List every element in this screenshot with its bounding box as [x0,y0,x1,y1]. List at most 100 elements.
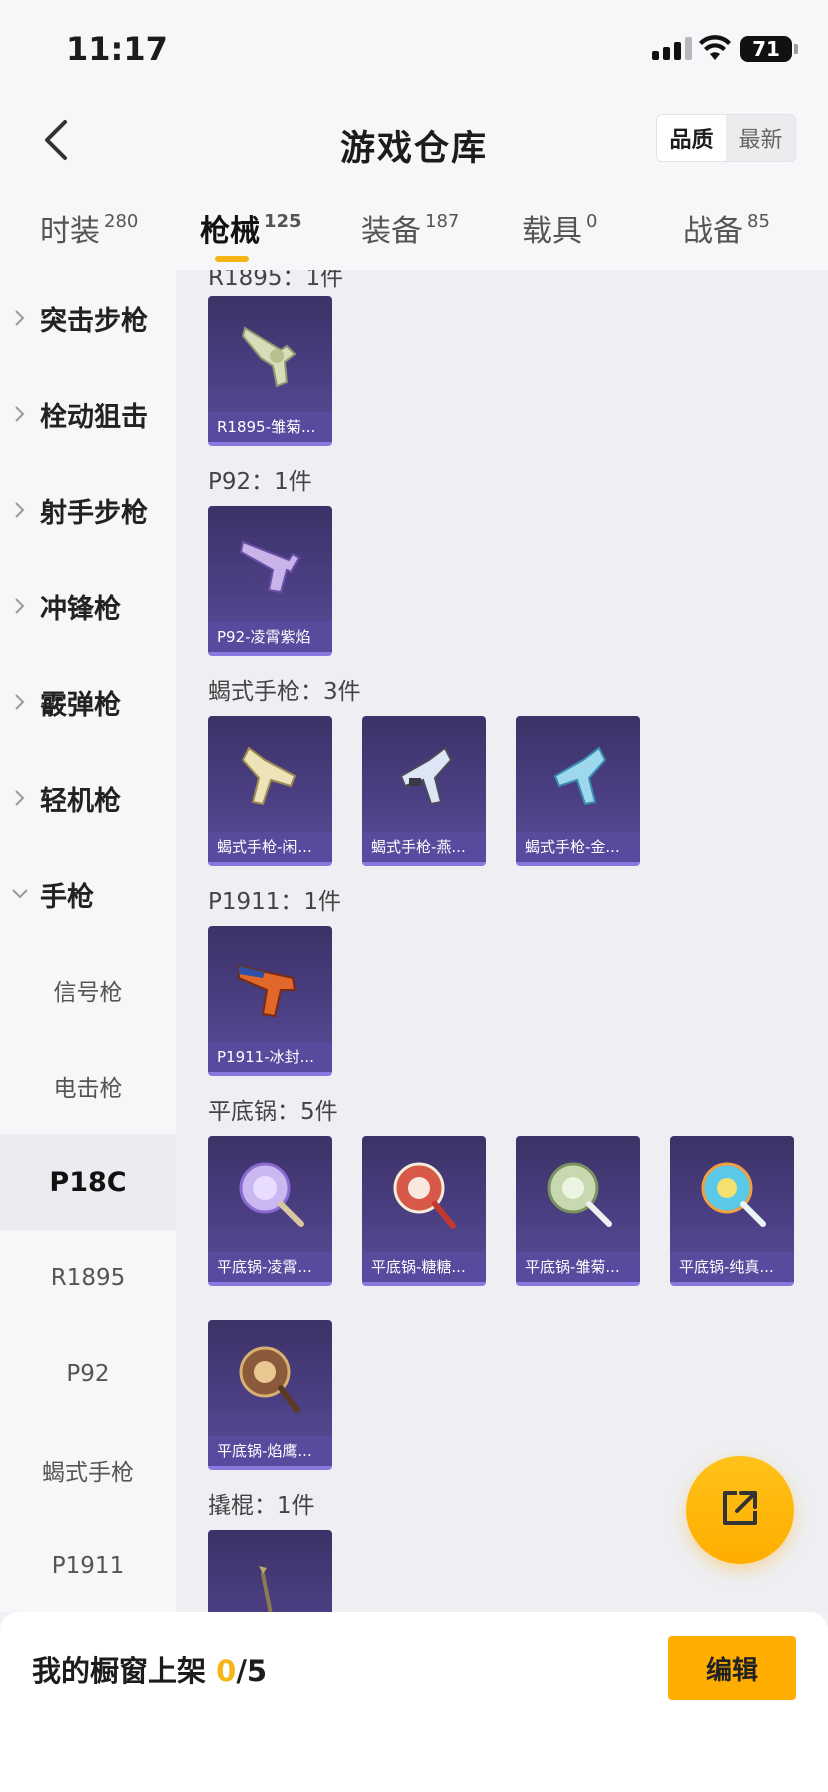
tab-count: 0 [586,211,598,232]
showcase-bar: 我的橱窗上架 0/5 编辑 [0,1612,828,1792]
item-card[interactable] [208,1530,332,1612]
group-title-pan: 平底锅：5件 [208,1099,338,1125]
tab-equipment[interactable]: 装备 187 [361,206,459,250]
group-title-crowbar: 撬棍：1件 [208,1493,315,1519]
tab-count: 125 [264,211,302,232]
item-card-label: 平底锅-焰鹰... [208,1436,332,1466]
sidebar-item-smg[interactable]: 冲锋枪 [0,558,176,654]
pistol-icon [208,926,332,1044]
item-card[interactable]: R1895-雏菊... [208,296,332,446]
tab-vehicles[interactable]: 载具 0 [522,206,597,250]
tab-count: 280 [104,211,139,232]
revolver-icon [208,296,332,414]
share-button[interactable] [686,1456,794,1564]
sidebar-item-label: 冲锋枪 [40,593,121,625]
showcase-count: 0 [216,1654,237,1688]
item-list: R1895：1件 R1895-雏菊... P92：1件 P92-凌霄紫焰 蝎式手… [176,270,828,1612]
group-title-skorpion: 蝎式手枪：3件 [208,679,361,705]
item-card-label: R1895-雏菊... [208,412,332,442]
item-card-label: 平底锅-凌霄... [208,1252,332,1282]
sidebar-item-marksman-rifle[interactable]: 射手步枪 [0,462,176,558]
sidebar-subitem-skorpion[interactable]: 蝎式手枪 [0,1422,176,1518]
edit-button[interactable]: 编辑 [668,1636,796,1700]
tab-count: 187 [425,211,460,232]
sidebar-subitem-stun-gun[interactable]: 电击枪 [0,1038,176,1134]
sidebar-item-label: 栓动狙击 [40,401,148,433]
wifi-icon [698,34,732,66]
sidebar-item-label: 手枪 [40,881,94,913]
item-card[interactable]: 蝎式手枪-闲... [208,716,332,866]
chevron-right-icon [0,693,40,711]
item-card-label: 平底锅-纯真... [670,1252,794,1282]
chevron-down-icon [0,888,40,900]
crowbar-icon [208,1530,332,1612]
sidebar-subitem-p92[interactable]: P92 [0,1326,176,1422]
tab-guns[interactable]: 枪械 125 [200,206,302,250]
smg-pistol-icon [208,716,332,834]
item-card[interactable]: 平底锅-纯真... [670,1136,794,1286]
sidebar-item-bolt-sniper[interactable]: 栓动狙击 [0,366,176,462]
battery-icon: 71 [740,36,798,62]
smg-pistol-icon [362,716,486,834]
tab-count: 85 [747,211,770,232]
frying-pan-icon [362,1136,486,1254]
cellular-signal-icon [652,36,692,60]
item-card-label: 平底锅-雏菊... [516,1252,640,1282]
item-card[interactable]: 平底锅-凌霄... [208,1136,332,1286]
category-tabs: 时装 280 枪械 125 装备 187 载具 0 战备 85 [0,188,828,270]
sort-toggle: 品质 最新 [656,114,796,162]
tab-fashion[interactable]: 时装 280 [40,206,138,250]
sidebar-subitem-p18c[interactable]: P18C [0,1134,176,1230]
tab-label: 载具 [522,214,582,249]
item-card[interactable]: 蝎式手枪-燕... [362,716,486,866]
item-card-label: 蝎式手枪-金... [516,832,640,862]
sidebar-item-shotgun[interactable]: 霰弹枪 [0,654,176,750]
smg-pistol-icon [516,716,640,834]
group-title-p92: P92：1件 [208,469,312,495]
status-bar: 11:17 71 [0,0,828,96]
showcase-label: 我的橱窗上架 [32,1654,207,1688]
frying-pan-icon [516,1136,640,1254]
sort-quality-button[interactable]: 品质 [657,115,726,161]
item-card[interactable]: 平底锅-糖糖... [362,1136,486,1286]
frying-pan-icon [208,1320,332,1438]
share-external-icon [717,1485,763,1535]
sidebar-item-pistol[interactable]: 手枪 [0,846,176,942]
chevron-right-icon [0,309,40,327]
status-time: 11:17 [66,30,168,68]
sidebar-subitem-r1895[interactable]: R1895 [0,1230,176,1326]
chevron-right-icon [0,405,40,423]
item-card-label: 平底锅-糖糖... [362,1252,486,1282]
item-card[interactable]: P92-凌霄紫焰 [208,506,332,656]
sidebar-item-lmg[interactable]: 轻机枪 [0,750,176,846]
nav-header: 游戏仓库 品质 最新 [0,96,828,188]
sidebar-subitem-flare-gun[interactable]: 信号枪 [0,942,176,1038]
sidebar-item-label: 射手步枪 [40,497,148,529]
showcase-status: 我的橱窗上架 0/5 [32,1648,267,1690]
item-card[interactable]: 蝎式手枪-金... [516,716,640,866]
chevron-right-icon [0,789,40,807]
item-card[interactable]: 平底锅-焰鹰... [208,1320,332,1470]
tab-label: 枪械 [200,214,260,249]
tab-label: 时装 [40,214,100,249]
sidebar-item-assault-rifle[interactable]: 突击步枪 [0,270,176,366]
chevron-right-icon [0,597,40,615]
item-card[interactable]: P1911-冰封... [208,926,332,1076]
sort-newest-button[interactable]: 最新 [726,115,795,161]
sidebar-item-label: 霰弹枪 [40,689,121,721]
group-title-p1911: P1911：1件 [208,889,342,915]
showcase-total: /5 [236,1654,268,1688]
frying-pan-icon [670,1136,794,1254]
sidebar-subitem-p1911[interactable]: P1911 [0,1518,176,1612]
item-card-label: P1911-冰封... [208,1042,332,1072]
active-tab-indicator [215,256,249,262]
pistol-icon [208,506,332,624]
chevron-right-icon [0,501,40,519]
tab-label: 装备 [361,214,421,249]
item-card-label: 蝎式手枪-闲... [208,832,332,862]
group-title-r1895: R1895：1件 [208,270,344,291]
sidebar-item-label: 轻机枪 [40,785,121,817]
weapon-category-sidebar: 突击步枪 栓动狙击 射手步枪 冲锋枪 霰弹枪 轻机枪 手枪 信号枪 电击枪 P1… [0,270,176,1612]
item-card[interactable]: 平底锅-雏菊... [516,1136,640,1286]
tab-supplies[interactable]: 战备 85 [683,206,770,250]
